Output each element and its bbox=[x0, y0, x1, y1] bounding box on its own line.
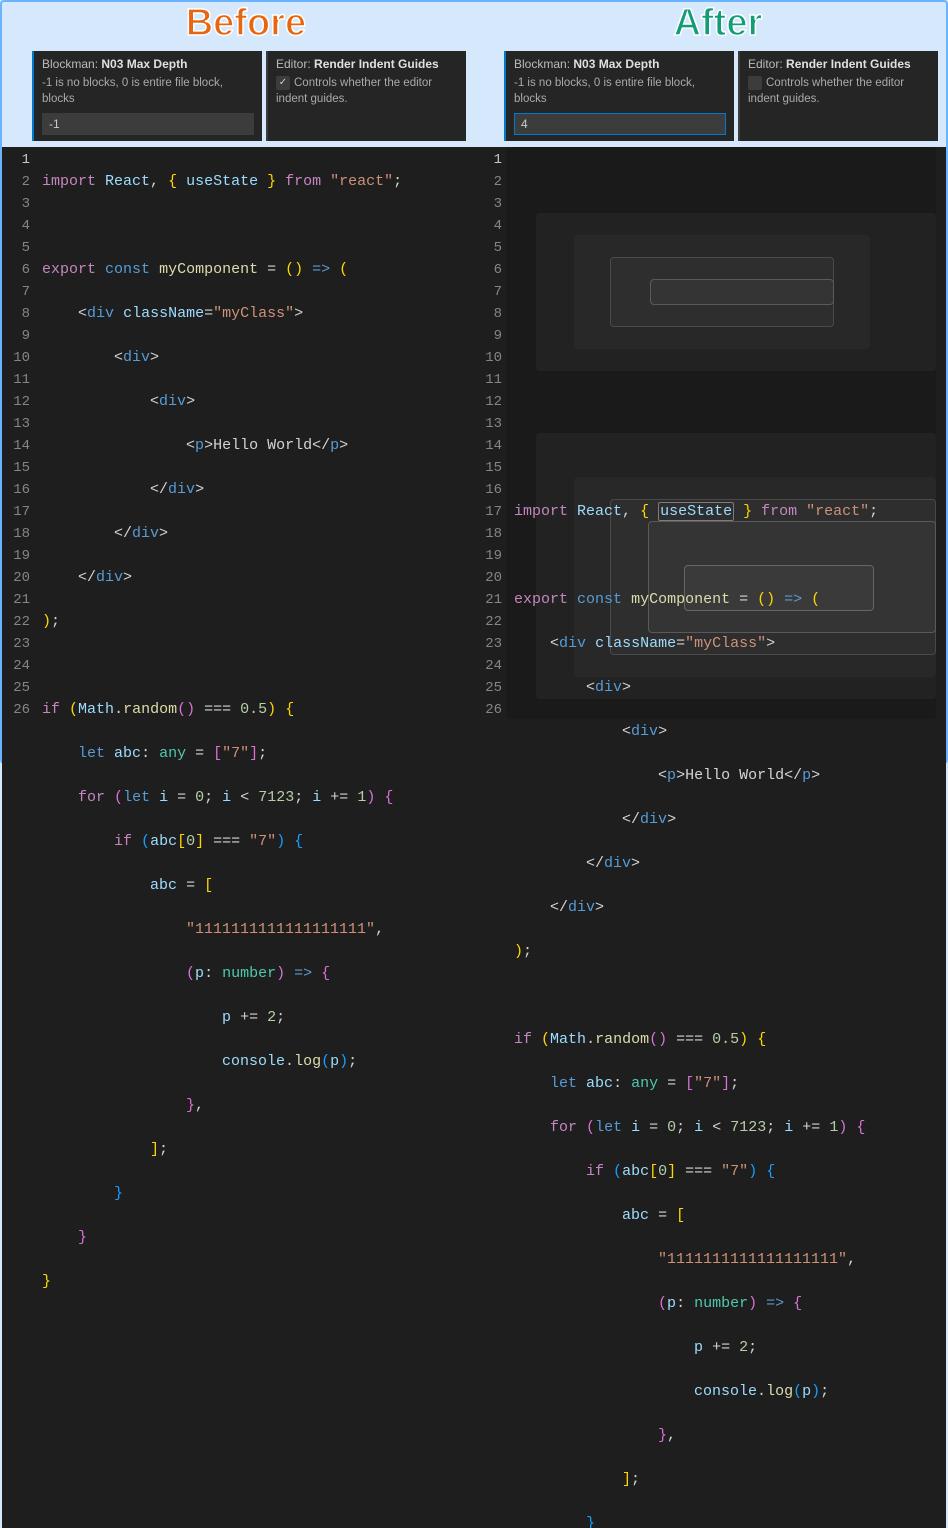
checkbox-icon[interactable]: ✓ bbox=[276, 76, 290, 90]
editor-after[interactable]: 1 2 3 4 5 6 7 8 9 10 11 12 13 14 15 16 1… bbox=[474, 147, 946, 1528]
settings-row: Blockman: N03 Max Depth -1 is no blocks,… bbox=[2, 45, 946, 147]
setting-title-text: N03 Max Depth bbox=[101, 57, 187, 71]
editor-before[interactable]: 1 2 3 4 5 6 7 8 9 10 11 12 13 14 15 16 1… bbox=[2, 147, 474, 1528]
blockman-desc: -1 is no blocks, 0 is entire file block,… bbox=[42, 75, 254, 107]
block-depth-2 bbox=[574, 235, 870, 349]
indent-guides-setting-before: Editor: Render Indent Guides ✓Controls w… bbox=[266, 51, 466, 141]
settings-before: Blockman: N03 Max Depth -1 is no blocks,… bbox=[2, 45, 474, 147]
block-depth-1 bbox=[536, 213, 936, 371]
blockman-setting-before: Blockman: N03 Max Depth -1 is no blocks,… bbox=[32, 51, 262, 141]
blockman-setting-after: Blockman: N03 Max Depth -1 is no blocks,… bbox=[504, 51, 734, 141]
code-before[interactable]: import React, { useState } from "react";… bbox=[38, 147, 474, 1528]
checkbox-icon[interactable] bbox=[748, 76, 762, 90]
settings-after: Blockman: N03 Max Depth -1 is no blocks,… bbox=[474, 45, 946, 147]
block-depth-4 bbox=[650, 279, 834, 305]
gutter-after: 1 2 3 4 5 6 7 8 9 10 11 12 13 14 15 16 1… bbox=[474, 147, 510, 1528]
editors-row: 1 2 3 4 5 6 7 8 9 10 11 12 13 14 15 16 1… bbox=[2, 147, 946, 1528]
comparison-headers: Before After bbox=[2, 2, 946, 45]
max-depth-input-before[interactable] bbox=[42, 113, 254, 135]
before-title: Before bbox=[186, 2, 306, 45]
gutter-before: 1 2 3 4 5 6 7 8 9 10 11 12 13 14 15 16 1… bbox=[2, 147, 38, 1528]
after-title: After bbox=[674, 2, 763, 45]
indent-guides-setting-after: Editor: Render Indent Guides Controls wh… bbox=[738, 51, 938, 141]
block-depth-3 bbox=[610, 257, 834, 327]
code-after[interactable]: import React, { useState } from "react";… bbox=[510, 147, 946, 1528]
max-depth-input-after[interactable] bbox=[514, 113, 726, 135]
